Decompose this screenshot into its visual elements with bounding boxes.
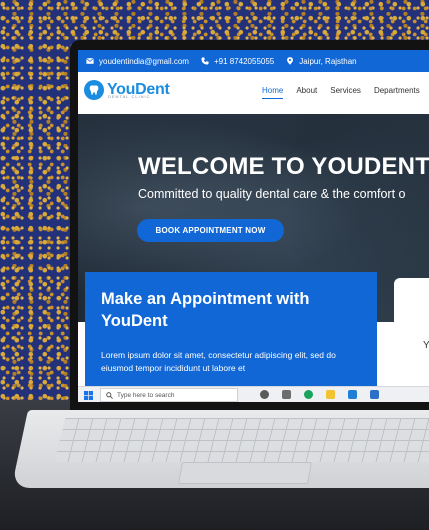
main-nav: YouDent DENTAL CLINIC Home About Service… xyxy=(78,72,429,114)
app-icon-1[interactable] xyxy=(282,390,291,399)
laptop-screen: youdentindia@gmail.com +91 8742055055 Ja… xyxy=(78,50,429,402)
mail-icon[interactable] xyxy=(370,390,379,399)
location-icon xyxy=(287,57,294,65)
appointment-title: Make an Appointment with YouDent xyxy=(101,290,310,330)
email-icon xyxy=(86,58,94,64)
contact-bar: youdentindia@gmail.com +91 8742055055 Ja… xyxy=(78,50,429,72)
hero-subtitle: Committed to quality dental care & the c… xyxy=(138,187,406,201)
contact-phone[interactable]: +91 8742055055 xyxy=(201,57,274,66)
nav-item-about[interactable]: About xyxy=(296,86,317,99)
store-icon[interactable] xyxy=(348,390,357,399)
file-explorer-icon[interactable] xyxy=(326,390,335,399)
tooth-logo-icon xyxy=(84,80,104,100)
contact-phone-text: +91 8742055055 xyxy=(213,56,275,66)
phone-icon xyxy=(201,57,209,65)
laptop-trackpad xyxy=(178,462,312,484)
nav-menu: Home About Services Departments xyxy=(262,86,420,99)
search-icon xyxy=(106,391,113,399)
taskbar-search-placeholder: Type here to search xyxy=(117,391,175,399)
side-panel-text: Y xyxy=(423,340,429,351)
windows-icon[interactable] xyxy=(84,391,93,400)
side-panel xyxy=(394,278,429,388)
nav-item-departments[interactable]: Departments xyxy=(374,86,420,99)
windows-taskbar: Type here to search xyxy=(78,386,429,402)
contact-email-text: youdentindia@gmail.com xyxy=(99,56,189,66)
book-appointment-button[interactable]: BOOK APPOINTMENT NOW xyxy=(137,219,284,242)
nav-item-services[interactable]: Services xyxy=(330,86,361,99)
nav-item-home[interactable]: Home xyxy=(262,86,284,99)
appointment-card: Make an Appointment with YouDent Lorem i… xyxy=(85,272,377,387)
brand-tagline: DENTAL CLINIC xyxy=(108,94,151,99)
taskbar-search[interactable]: Type here to search xyxy=(100,388,238,402)
contact-location-text: Jaipur, Rajsthan xyxy=(299,56,357,66)
appointment-text: Lorem ipsum dolor sit amet, consectetur … xyxy=(101,350,336,373)
laptop-keyboard xyxy=(54,418,429,462)
edge-icon[interactable] xyxy=(304,390,313,399)
hero-title: WELCOME TO YOUDENT xyxy=(138,153,429,180)
task-view-icon[interactable] xyxy=(260,390,269,399)
contact-email[interactable]: youdentindia@gmail.com xyxy=(86,57,189,66)
contact-location[interactable]: Jaipur, Rajsthan xyxy=(286,56,357,66)
